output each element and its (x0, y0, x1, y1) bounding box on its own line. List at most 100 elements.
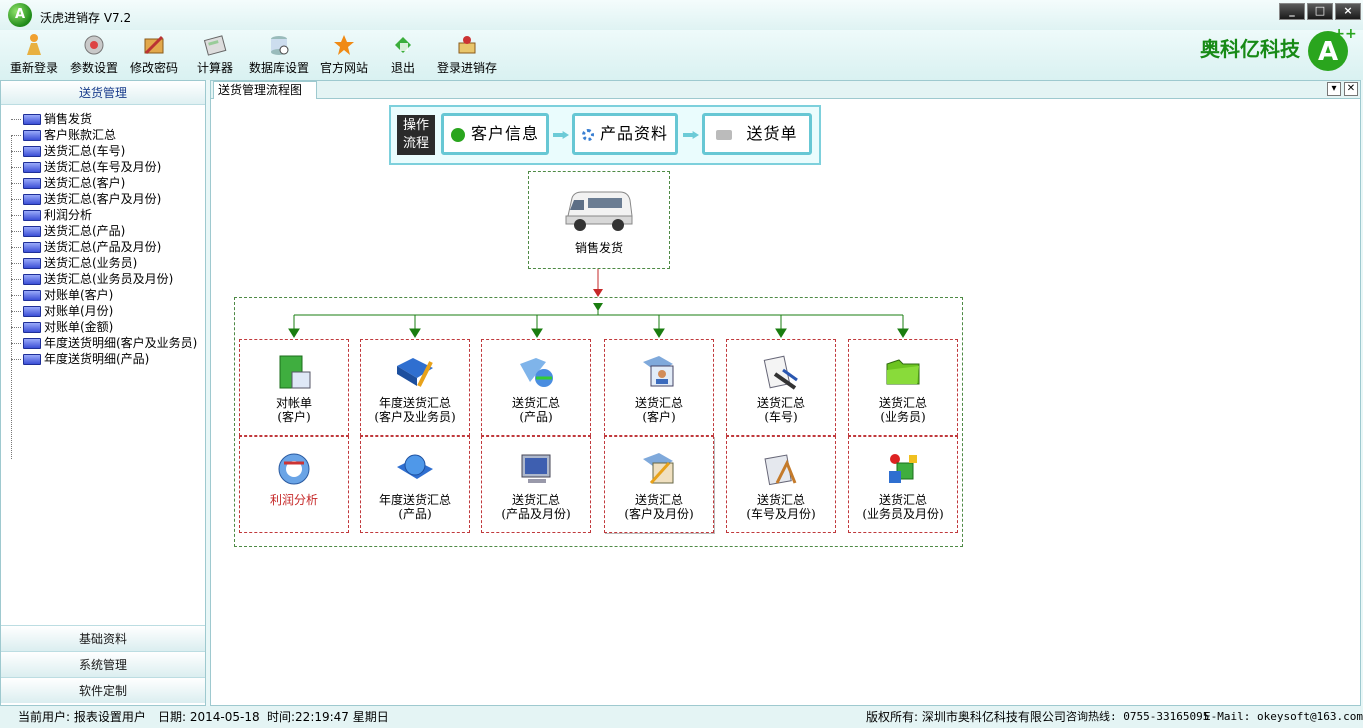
folder-icon (23, 114, 41, 125)
sidebar-item-label: 送货汇总(业务员) (44, 256, 138, 270)
folder-icon (23, 258, 41, 269)
status-copyright: 版权所有: 深圳市奥科亿科技有限公司 (866, 710, 1066, 724)
sidebar-item-label: 年度送货明细(客户及业务员) (44, 336, 198, 350)
tree-connector (11, 247, 21, 248)
globe-folder-icon (397, 454, 433, 479)
status-hotline: 咨询热线: 0755-33165095 (1066, 710, 1210, 723)
toolbar: 重新登录 参数设置 修改密码 计算器 数据库设置 官方网站 退出 登录进销存 (0, 30, 1363, 80)
node-summary-salesman[interactable]: 送货汇总 (业务员) (848, 339, 958, 436)
folder-icon (23, 322, 41, 333)
sidebar-item-label: 对账单(月份) (44, 304, 114, 318)
sidebar-item-label: 对账单(客户) (44, 288, 114, 302)
node-annual-customer-salesman[interactable]: 年度送货汇总 (客户及业务员) (360, 339, 470, 436)
profit-analysis-icon (278, 453, 310, 485)
folder-icon (23, 210, 41, 221)
sidebar-item-label: 客户账款汇总 (44, 128, 117, 142)
node-summary-product-month[interactable]: 送货汇总 (产品及月份) (481, 436, 591, 533)
settings-button[interactable]: 参数设置 (70, 33, 118, 76)
database-settings-button[interactable]: 数据库设置 (249, 33, 309, 76)
svg-text:++: ++ (1333, 26, 1356, 42)
password-icon (144, 35, 164, 55)
sidebar-item-label: 送货汇总(业务员及月份) (44, 272, 174, 286)
folder-icon (23, 162, 41, 173)
status-email: E-Mail: okeysoft@163.com (1204, 710, 1363, 723)
statement-icon (279, 355, 311, 389)
tree-connector (11, 343, 21, 344)
node-summary-vehicle-month[interactable]: 送货汇总 (车号及月份) (726, 436, 836, 533)
section-software-customization[interactable]: 软件定制 (1, 677, 205, 703)
main-panel: 送货管理流程图 ▾ ✕ 操作 流程 客户信息 产品资料 送货单 销售发货 对帐单… (210, 80, 1361, 706)
tree-connector (11, 199, 21, 200)
status-time: 时间:22:19:47 星期日 (267, 710, 389, 724)
star-icon (334, 35, 354, 55)
exit-icon (395, 37, 411, 53)
node-summary-vehicle[interactable]: 送货汇总 (车号) (726, 339, 836, 436)
tree-connector (11, 295, 21, 296)
section-system-management[interactable]: 系统管理 (1, 651, 205, 677)
window-title: 沃虎进销存 V7.2 (40, 11, 132, 25)
calculator-icon (203, 35, 227, 56)
cubes-icon (889, 454, 917, 483)
folder-icon (23, 178, 41, 189)
close-button[interactable]: × (1335, 3, 1361, 20)
tree-connector (11, 279, 21, 280)
tree-connector (11, 119, 21, 120)
title-bar: A 沃虎进销存 V7.2 _ □ × (0, 0, 1363, 30)
document-folder-icon (643, 453, 674, 485)
database-icon (271, 36, 289, 55)
sidebar-item-label: 送货汇总(车号及月份) (44, 160, 162, 174)
node-summary-customer-month[interactable]: 送货汇总 (客户及月份) (604, 436, 714, 533)
tree-connector (11, 263, 21, 264)
app-logo-icon: A (8, 3, 32, 27)
sidebar-item-label: 送货汇总(产品) (44, 224, 126, 238)
contact-card-icon (643, 356, 674, 387)
tree-connector (11, 151, 21, 152)
folder-icon (23, 242, 41, 253)
tree-connector (11, 135, 21, 136)
calculator-button[interactable]: 计算器 (197, 33, 233, 76)
green-folder-icon (886, 359, 920, 385)
folder-icon (23, 226, 41, 237)
node-summary-salesman-month[interactable]: 送货汇总 (业务员及月份) (848, 436, 958, 533)
brand-name: 奥科亿科技 (1200, 37, 1300, 61)
relogin-button[interactable]: 重新登录 (10, 33, 58, 76)
settings-icon (84, 35, 104, 55)
node-statement-customer[interactable]: 对帐单 (客户) (239, 339, 349, 436)
sidebar-item-label: 送货汇总(客户及月份) (44, 192, 162, 206)
change-password-button[interactable]: 修改密码 (130, 33, 178, 76)
official-website-button[interactable]: 官方网站 (320, 33, 368, 76)
tools-icon (763, 355, 798, 390)
folder-icon (23, 290, 41, 301)
sidebar-item-label: 送货汇总(产品及月份) (44, 240, 162, 254)
sidebar-header[interactable]: 送货管理 (1, 81, 205, 105)
monitor-icon (521, 454, 551, 483)
sidebar-item-label: 销售发货 (44, 112, 93, 126)
section-basic-data[interactable]: 基础资料 (1, 625, 205, 651)
folder-icon (23, 146, 41, 157)
navigation-tree: 销售发货 客户账款汇总 送货汇总(车号) 送货汇总(车号及月份) 送货汇总(客户) 送货汇… (1, 105, 205, 625)
exit-button[interactable]: 退出 (391, 33, 415, 76)
status-date: 日期: 2014-05-18 (158, 710, 260, 724)
node-summary-product[interactable]: 送货汇总 (产品) (481, 339, 591, 436)
tree-connector (11, 215, 21, 216)
sidebar-item-label: 对账单(金额) (44, 320, 114, 334)
drawing-tools-icon (764, 454, 797, 486)
sidebar-item-label: 送货汇总(客户) (44, 176, 126, 190)
node-profit-analysis[interactable]: 利润分析 (239, 436, 349, 533)
node-annual-product[interactable]: 年度送货汇总 (产品) (360, 436, 470, 533)
tree-connector (11, 311, 21, 312)
folder-icon (23, 194, 41, 205)
folder-icon (23, 338, 41, 349)
tree-connector (11, 231, 21, 232)
tree-connector (11, 327, 21, 328)
maximize-button[interactable]: □ (1307, 3, 1333, 20)
node-summary-customer[interactable]: 送货汇总 (客户) (604, 339, 714, 436)
tree-connector (11, 359, 21, 360)
sidebar-item-label: 年度送货明细(产品) (44, 352, 150, 366)
folder-icon (23, 306, 41, 317)
login-button[interactable]: 登录进销存 (437, 33, 497, 76)
sidebar-item-label: 利润分析 (44, 208, 93, 222)
tree-connector (11, 167, 21, 168)
minimize-button[interactable]: _ (1279, 3, 1305, 20)
login-icon (458, 36, 476, 54)
